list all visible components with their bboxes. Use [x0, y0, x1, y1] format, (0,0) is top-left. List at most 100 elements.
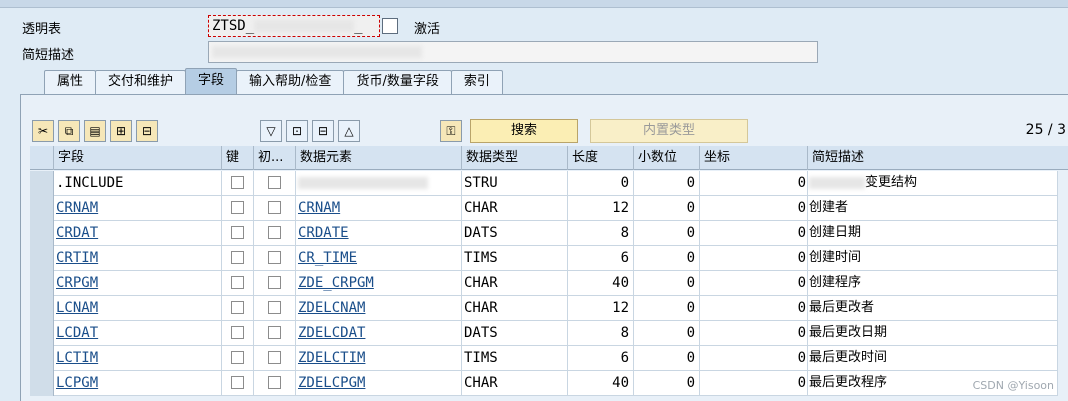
- copy-row-icon[interactable]: ⧉: [58, 120, 80, 142]
- row-selector[interactable]: [30, 171, 54, 196]
- initial-checkbox[interactable]: [268, 176, 281, 189]
- row-selector[interactable]: [30, 246, 54, 271]
- field-name-cell[interactable]: CRTIM: [54, 246, 222, 271]
- expand-icon[interactable]: ⊡: [286, 120, 308, 142]
- key-checkbox[interactable]: [231, 351, 244, 364]
- field-name-cell[interactable]: LCNAM: [54, 296, 222, 321]
- data-element-cell[interactable]: ZDE_CRPGM: [296, 271, 462, 296]
- row-selector[interactable]: [30, 371, 54, 396]
- initial-cell[interactable]: [254, 246, 296, 271]
- short-desc-cell[interactable]: 变更结构: [808, 171, 1058, 196]
- col-short-desc[interactable]: 简短描述: [808, 146, 1068, 170]
- coordinate-cell[interactable]: 0: [700, 321, 808, 346]
- decimals-cell[interactable]: 0: [634, 271, 700, 296]
- data-element-cell[interactable]: ZDELCNAM: [296, 296, 462, 321]
- key-cell[interactable]: [222, 296, 254, 321]
- key-search-icon[interactable]: ⚿: [440, 120, 462, 142]
- key-checkbox[interactable]: [231, 201, 244, 214]
- key-cell[interactable]: [222, 246, 254, 271]
- table-row[interactable]: LCDAT ZDELCDAT DATS 8 0 0 最后更改日期: [30, 321, 1058, 346]
- coordinate-cell[interactable]: 0: [700, 221, 808, 246]
- length-cell[interactable]: 12: [568, 196, 634, 221]
- decimals-cell[interactable]: 0: [634, 346, 700, 371]
- length-cell[interactable]: 40: [568, 371, 634, 396]
- data-type-cell[interactable]: TIMS: [462, 246, 568, 271]
- short-desc-cell[interactable]: 最后更改者: [808, 296, 1058, 321]
- initial-checkbox[interactable]: [268, 351, 281, 364]
- initial-checkbox[interactable]: [268, 201, 281, 214]
- data-element-cell[interactable]: [296, 171, 462, 196]
- initial-checkbox[interactable]: [268, 251, 281, 264]
- key-cell[interactable]: [222, 196, 254, 221]
- key-checkbox[interactable]: [231, 251, 244, 264]
- initial-cell[interactable]: [254, 196, 296, 221]
- col-decimals[interactable]: 小数位: [634, 146, 700, 170]
- col-data-element[interactable]: 数据元素: [296, 146, 462, 170]
- short-desc-cell[interactable]: 创建时间: [808, 246, 1058, 271]
- search-button[interactable]: 搜索: [470, 119, 578, 143]
- decimals-cell[interactable]: 0: [634, 246, 700, 271]
- initial-checkbox[interactable]: [268, 226, 281, 239]
- coordinate-cell[interactable]: 0: [700, 346, 808, 371]
- short-desc-cell[interactable]: 最后更改日期: [808, 321, 1058, 346]
- data-type-cell[interactable]: CHAR: [462, 296, 568, 321]
- data-type-cell[interactable]: TIMS: [462, 346, 568, 371]
- data-type-cell[interactable]: STRU: [462, 171, 568, 196]
- initial-cell[interactable]: [254, 321, 296, 346]
- table-row[interactable]: .INCLUDE STRU 0 0 0 变更结构: [30, 171, 1058, 196]
- length-cell[interactable]: 40: [568, 271, 634, 296]
- key-cell[interactable]: [222, 171, 254, 196]
- key-checkbox[interactable]: [231, 276, 244, 289]
- key-cell[interactable]: [222, 271, 254, 296]
- data-element-cell[interactable]: ZDELCPGM: [296, 371, 462, 396]
- tab-2[interactable]: 字段: [185, 68, 238, 94]
- decimals-cell[interactable]: 0: [634, 221, 700, 246]
- table-name-field[interactable]: ZTSD_ _: [208, 15, 380, 37]
- col-coordinate[interactable]: 坐标: [700, 146, 808, 170]
- initial-cell[interactable]: [254, 296, 296, 321]
- insert-row-icon[interactable]: ⊞: [110, 120, 132, 142]
- initial-cell[interactable]: [254, 346, 296, 371]
- short-desc-cell[interactable]: 创建者: [808, 196, 1058, 221]
- initial-checkbox[interactable]: [268, 276, 281, 289]
- copy-icon[interactable]: [382, 18, 398, 34]
- data-type-cell[interactable]: CHAR: [462, 271, 568, 296]
- table-row[interactable]: LCTIM ZDELCTIM TIMS 6 0 0 最后更改时间: [30, 346, 1058, 371]
- short-desc-field[interactable]: [208, 41, 818, 63]
- col-field[interactable]: 字段: [54, 146, 222, 170]
- initial-checkbox[interactable]: [268, 376, 281, 389]
- initial-cell[interactable]: [254, 221, 296, 246]
- length-cell[interactable]: 6: [568, 246, 634, 271]
- table-row[interactable]: LCNAM ZDELCNAM CHAR 12 0 0 最后更改者: [30, 296, 1058, 321]
- paste-icon[interactable]: ▤: [84, 120, 106, 142]
- key-checkbox[interactable]: [231, 176, 244, 189]
- col-data-type[interactable]: 数据类型: [462, 146, 568, 170]
- data-type-cell[interactable]: DATS: [462, 221, 568, 246]
- initial-checkbox[interactable]: [268, 326, 281, 339]
- decimals-cell[interactable]: 0: [634, 371, 700, 396]
- short-desc-cell[interactable]: 创建日期: [808, 221, 1058, 246]
- field-name-cell[interactable]: LCDAT: [54, 321, 222, 346]
- coordinate-cell[interactable]: 0: [700, 271, 808, 296]
- cut-icon[interactable]: ✂: [32, 120, 54, 142]
- key-cell[interactable]: [222, 221, 254, 246]
- coordinate-cell[interactable]: 0: [700, 246, 808, 271]
- initial-cell[interactable]: [254, 371, 296, 396]
- coordinate-cell[interactable]: 0: [700, 371, 808, 396]
- data-element-cell[interactable]: ZDELCDAT: [296, 321, 462, 346]
- key-checkbox[interactable]: [231, 226, 244, 239]
- data-type-cell[interactable]: DATS: [462, 321, 568, 346]
- row-selector[interactable]: [30, 271, 54, 296]
- decimals-cell[interactable]: 0: [634, 296, 700, 321]
- tab-1[interactable]: 交付和维护: [95, 70, 187, 94]
- key-checkbox[interactable]: [231, 326, 244, 339]
- length-cell[interactable]: 0: [568, 171, 634, 196]
- key-cell[interactable]: [222, 371, 254, 396]
- field-name-cell[interactable]: LCPGM: [54, 371, 222, 396]
- field-name-cell[interactable]: CRDAT: [54, 221, 222, 246]
- table-row[interactable]: LCPGM ZDELCPGM CHAR 40 0 0 最后更改程序: [30, 371, 1058, 396]
- col-initial[interactable]: 初...: [254, 146, 296, 170]
- key-checkbox[interactable]: [231, 376, 244, 389]
- short-desc-cell[interactable]: 最后更改时间: [808, 346, 1058, 371]
- delete-row-icon[interactable]: ⊟: [136, 120, 158, 142]
